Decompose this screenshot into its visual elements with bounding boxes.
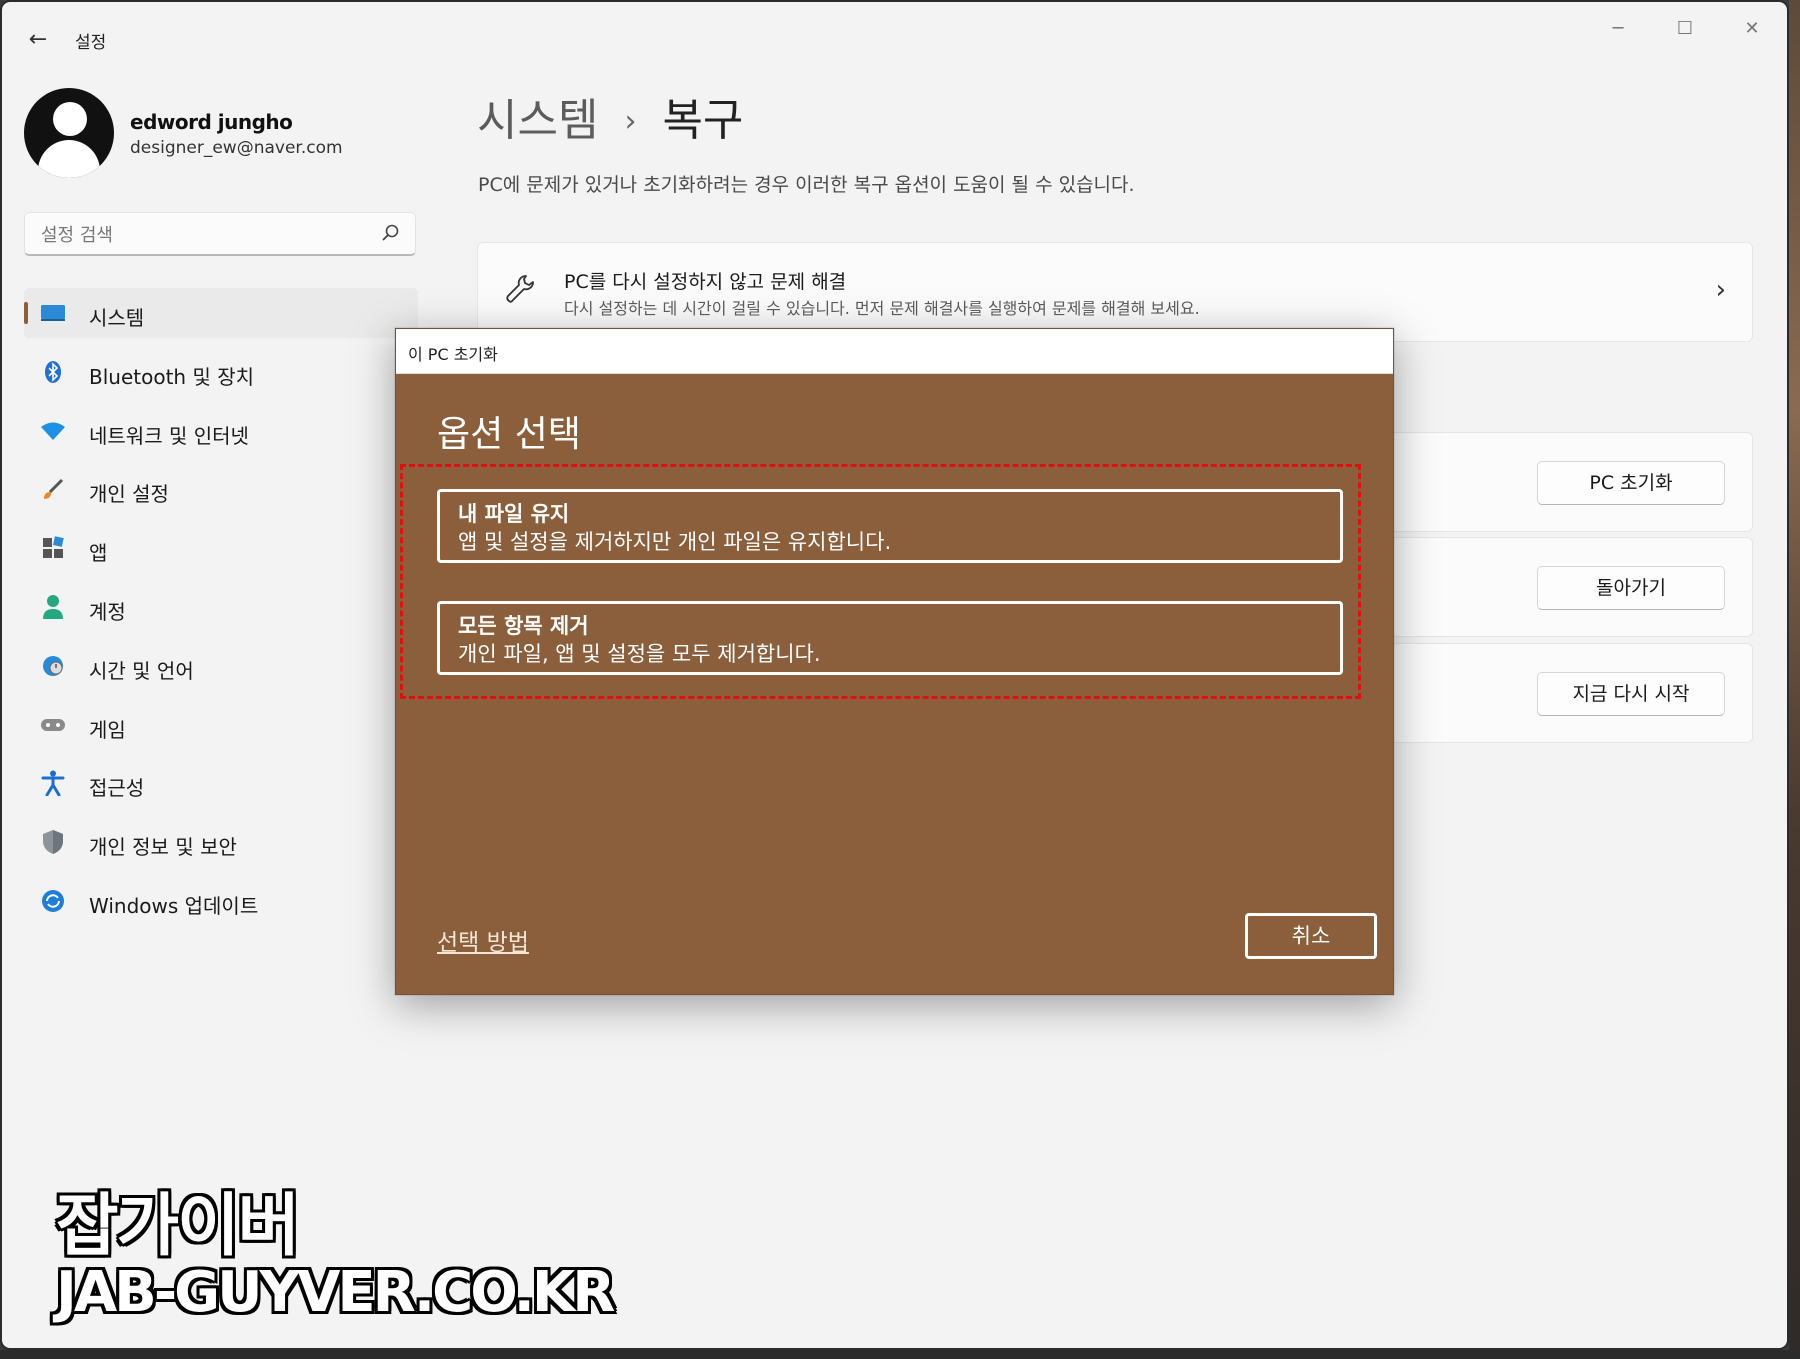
update-icon	[40, 888, 66, 914]
option-title: 모든 항목 제거	[458, 614, 589, 638]
sidebar-item-bluetooth[interactable]: Bluetooth 및 장치	[24, 347, 418, 397]
cancel-button[interactable]: 취소	[1245, 913, 1377, 959]
settings-window: ← 설정 ─ ☐ ✕ edword jungho designer_ew@nav…	[0, 0, 1789, 1350]
profile-name: edword jungho	[130, 110, 293, 134]
sidebar-item-label: 게임	[89, 717, 126, 742]
sidebar-item-accessibility[interactable]: 접근성	[24, 758, 418, 808]
maximize-icon[interactable]: ☐	[1663, 14, 1707, 44]
sidebar-item-time-language[interactable]: 시간 및 언어	[24, 641, 418, 691]
option-description: 앱 및 설정을 제거하지만 개인 파일은 유지합니다.	[458, 530, 892, 554]
sidebar-item-label: 앱	[89, 541, 108, 566]
page-description: PC에 문제가 있거나 초기화하려는 경우 이러한 복구 옵션이 도움이 될 수…	[478, 174, 1135, 196]
breadcrumb: 시스템 › 복구	[477, 84, 743, 148]
system-icon	[40, 300, 66, 326]
breadcrumb-parent[interactable]: 시스템	[477, 95, 598, 146]
sidebar-item-label: 개인 정보 및 보안	[89, 835, 237, 860]
app-title: 설정	[75, 33, 107, 53]
sidebar-item-accounts[interactable]: 계정	[24, 582, 418, 632]
account-icon	[40, 594, 66, 620]
sidebar-item-apps[interactable]: 앱	[24, 523, 418, 573]
profile-email: designer_ew@naver.com	[130, 138, 343, 158]
search-input[interactable]	[39, 221, 373, 249]
sidebar-item-system[interactable]: 시스템	[24, 288, 418, 338]
page-title: 복구	[662, 95, 744, 146]
sidebar-item-label: 개인 설정	[89, 482, 169, 507]
remove-everything-option[interactable]: 모든 항목 제거 개인 파일, 앱 및 설정을 모두 제거합니다.	[437, 601, 1343, 675]
sidebar-item-network[interactable]: 네트워크 및 인터넷	[24, 406, 418, 456]
avatar[interactable]	[24, 88, 114, 178]
troubleshoot-title: PC를 다시 설정하지 않고 문제 해결	[564, 271, 847, 293]
option-description: 개인 파일, 앱 및 설정을 모두 제거합니다.	[458, 642, 821, 666]
sidebar-item-label: 시간 및 언어	[89, 658, 194, 683]
sidebar-item-label: 네트워크 및 인터넷	[89, 423, 249, 448]
search-box[interactable]	[24, 212, 416, 256]
globe-icon	[40, 653, 66, 679]
wifi-icon	[40, 418, 66, 444]
bluetooth-icon	[40, 359, 66, 385]
apps-icon	[40, 535, 66, 561]
troubleshoot-subtitle: 다시 설정하는 데 시간이 걸릴 수 있습니다. 먼저 문제 해결사를 실행하여…	[564, 299, 1200, 318]
option-title: 내 파일 유지	[458, 502, 570, 526]
sidebar-item-windows-update[interactable]: Windows 업데이트	[24, 876, 418, 926]
wrench-icon	[506, 275, 534, 303]
title-bar: ← 설정 ─ ☐ ✕	[2, 2, 1787, 72]
minimize-icon[interactable]: ─	[1596, 14, 1640, 44]
chevron-right-icon: ›	[1715, 275, 1726, 305]
watermark-title: 잡가이버	[56, 1187, 300, 1266]
sidebar-item-label: 계정	[89, 599, 126, 624]
go-back-button[interactable]: 돌아가기	[1537, 566, 1725, 610]
accessibility-icon	[40, 770, 66, 797]
restart-now-button[interactable]: 지금 다시 시작	[1537, 672, 1725, 716]
dialog-title-bar: 이 PC 초기화	[396, 329, 1393, 374]
sidebar-item-privacy[interactable]: 개인 정보 및 보안	[24, 817, 418, 867]
back-arrow-icon[interactable]: ←	[24, 26, 52, 54]
sidebar-item-label: Bluetooth 및 장치	[89, 364, 255, 389]
background-edge	[1789, 0, 1800, 1359]
brush-icon	[40, 476, 66, 502]
watermark-url: JAB-GUYVER.CO.KR	[56, 1260, 615, 1325]
keep-my-files-option[interactable]: 내 파일 유지 앱 및 설정을 제거하지만 개인 파일은 유지합니다.	[437, 489, 1343, 563]
dialog-title: 이 PC 초기화	[408, 345, 498, 364]
sidebar-nav: 시스템 Bluetooth 및 장치 네트워크 및 인터넷 개인 설정 앱 계정…	[24, 288, 418, 935]
reset-pc-button[interactable]: PC 초기화	[1537, 461, 1725, 505]
close-icon[interactable]: ✕	[1730, 14, 1774, 44]
sidebar-item-label: 접근성	[89, 776, 145, 801]
shield-icon	[40, 829, 66, 855]
sidebar-item-personalization[interactable]: 개인 설정	[24, 464, 418, 514]
dialog-heading: 옵션 선택	[437, 414, 581, 455]
search-icon[interactable]	[381, 223, 401, 243]
reset-pc-dialog: 이 PC 초기화 옵션 선택 내 파일 유지 앱 및 설정을 제거하지만 개인 …	[395, 328, 1394, 995]
gamepad-icon	[40, 712, 66, 738]
sidebar-item-label: Windows 업데이트	[89, 893, 259, 918]
background-edge-bottom	[0, 1350, 1800, 1359]
sidebar-item-gaming[interactable]: 게임	[24, 700, 418, 750]
sidebar-item-label: 시스템	[89, 306, 145, 330]
breadcrumb-separator: ›	[624, 104, 637, 139]
help-me-choose-link[interactable]: 선택 방법	[437, 923, 529, 957]
troubleshoot-card[interactable]: PC를 다시 설정하지 않고 문제 해결 다시 설정하는 데 시간이 걸릴 수 …	[477, 242, 1753, 342]
